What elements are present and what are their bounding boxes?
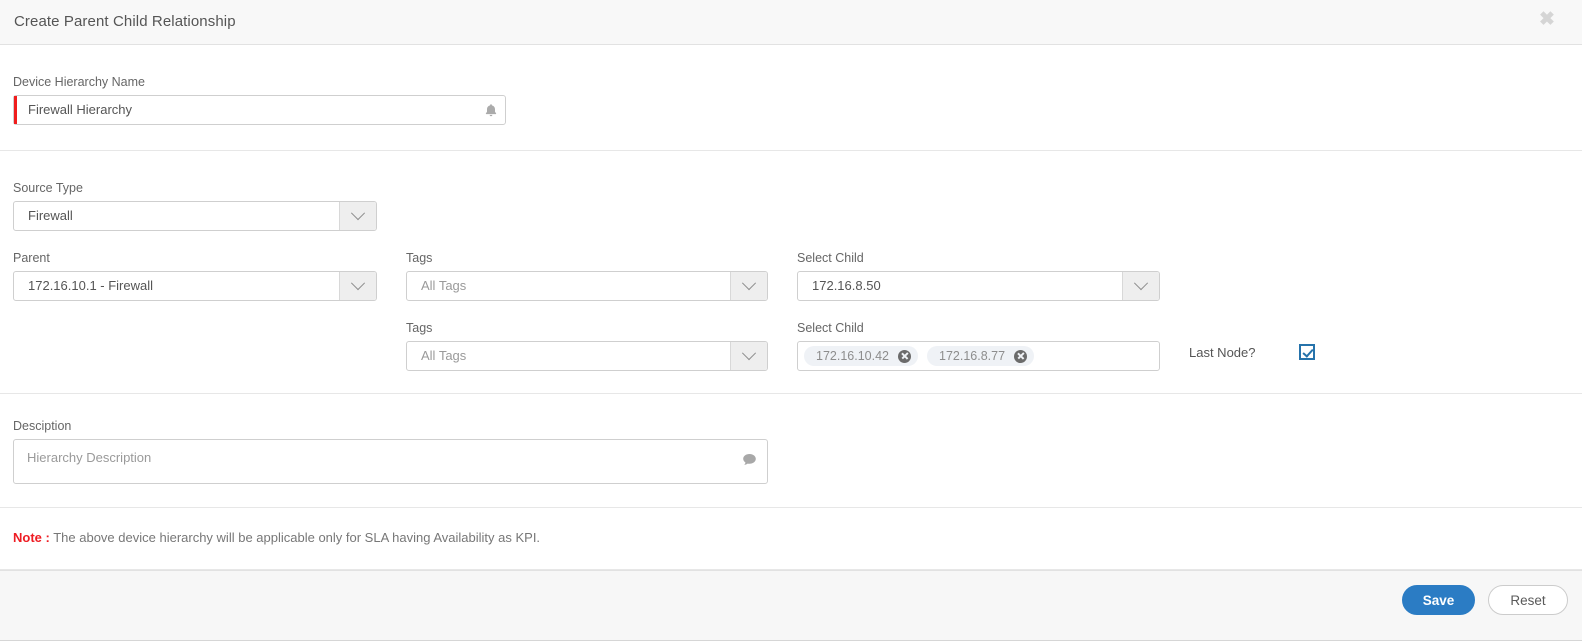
description-label: Desciption: [13, 419, 72, 433]
hierarchy-mapping-section: Source Type Firewall Parent 172.16.10.1 …: [0, 151, 1582, 394]
tags-select-row2[interactable]: All Tags: [406, 341, 768, 371]
source-type-value: Firewall: [28, 208, 73, 223]
select-child-label-row2: Select Child: [797, 321, 864, 335]
parent-value: 172.16.10.1 - Firewall: [28, 278, 154, 293]
list-item[interactable]: 172.16.8.77: [927, 346, 1035, 366]
select-child-field-group-row2: Select Child 172.16.10.42 172.16.8.77: [797, 321, 1160, 371]
chevron-down-icon[interactable]: [1122, 272, 1159, 300]
last-node-field-group: Last Node?: [1189, 344, 1315, 360]
chevron-down-icon[interactable]: [730, 272, 767, 300]
description-section: Desciption Hierarchy Description: [0, 394, 1582, 508]
hierarchy-name-input[interactable]: Firewall Hierarchy: [13, 95, 506, 125]
source-type-select[interactable]: Firewall: [13, 201, 377, 231]
description-placeholder: Hierarchy Description: [27, 450, 152, 465]
dialog-header: Create Parent Child Relationship ✖: [0, 0, 1582, 45]
parent-label: Parent: [13, 251, 50, 265]
save-button[interactable]: Save: [1402, 585, 1475, 615]
list-item[interactable]: 172.16.10.42: [804, 346, 918, 366]
note-body: The above device hierarchy will be appli…: [53, 530, 541, 545]
create-parent-child-relationship-dialog: Create Parent Child Relationship ✖ Devic…: [0, 0, 1582, 641]
hierarchy-name-value: Firewall Hierarchy: [28, 102, 133, 117]
chevron-down-icon[interactable]: [339, 202, 376, 230]
chip-label: 172.16.8.77: [939, 349, 1006, 363]
bell-icon: [477, 96, 505, 124]
select-child-value-row1: 172.16.8.50: [812, 278, 881, 293]
comment-icon: [742, 453, 757, 467]
chevron-down-icon[interactable]: [730, 342, 767, 370]
tags-label-row1: Tags: [406, 251, 433, 265]
chevron-down-icon[interactable]: [339, 272, 376, 300]
select-child-label-row1: Select Child: [797, 251, 864, 265]
parent-select[interactable]: 172.16.10.1 - Firewall: [13, 271, 377, 301]
tags-field-group-row1: Tags All Tags: [406, 251, 768, 301]
select-child-chips-input-row2[interactable]: 172.16.10.42 172.16.8.77: [797, 341, 1160, 371]
tags-field-group-row2: Tags All Tags: [406, 321, 768, 371]
note-text: Note : The above device hierarchy will b…: [13, 530, 540, 545]
dialog-footer: Save Reset: [0, 570, 1582, 641]
hierarchy-name-label: Device Hierarchy Name: [13, 75, 145, 89]
tags-select-row1[interactable]: All Tags: [406, 271, 768, 301]
tags-label-row2: Tags: [406, 321, 433, 335]
remove-circle-icon[interactable]: [1014, 349, 1028, 363]
source-type-label: Source Type: [13, 181, 83, 195]
parent-field-group: Parent 172.16.10.1 - Firewall: [13, 251, 377, 301]
hierarchy-name-section: Device Hierarchy Name Firewall Hierarchy: [0, 45, 1582, 151]
last-node-checkbox[interactable]: [1298, 344, 1315, 360]
description-textarea[interactable]: Hierarchy Description: [13, 439, 768, 484]
tags-value-row2: All Tags: [421, 348, 467, 363]
last-node-label: Last Node?: [1189, 344, 1256, 360]
note-section: Note : The above device hierarchy will b…: [0, 508, 1582, 570]
chip-label: 172.16.10.42: [816, 349, 889, 363]
close-icon[interactable]: ✖: [1536, 9, 1558, 31]
source-type-field-group: Source Type Firewall: [13, 181, 377, 231]
remove-circle-icon[interactable]: [898, 349, 911, 363]
hierarchy-name-field-group: Device Hierarchy Name Firewall Hierarchy: [13, 75, 506, 125]
select-child-field-group-row1: Select Child 172.16.8.50: [797, 251, 1160, 301]
reset-button[interactable]: Reset: [1488, 585, 1568, 615]
description-field-group: Desciption Hierarchy Description: [13, 419, 768, 484]
tags-value-row1: All Tags: [421, 278, 467, 293]
page-title: Create Parent Child Relationship: [14, 13, 236, 30]
note-keyword: Note :: [13, 530, 50, 545]
select-child-select-row1[interactable]: 172.16.8.50: [797, 271, 1160, 301]
